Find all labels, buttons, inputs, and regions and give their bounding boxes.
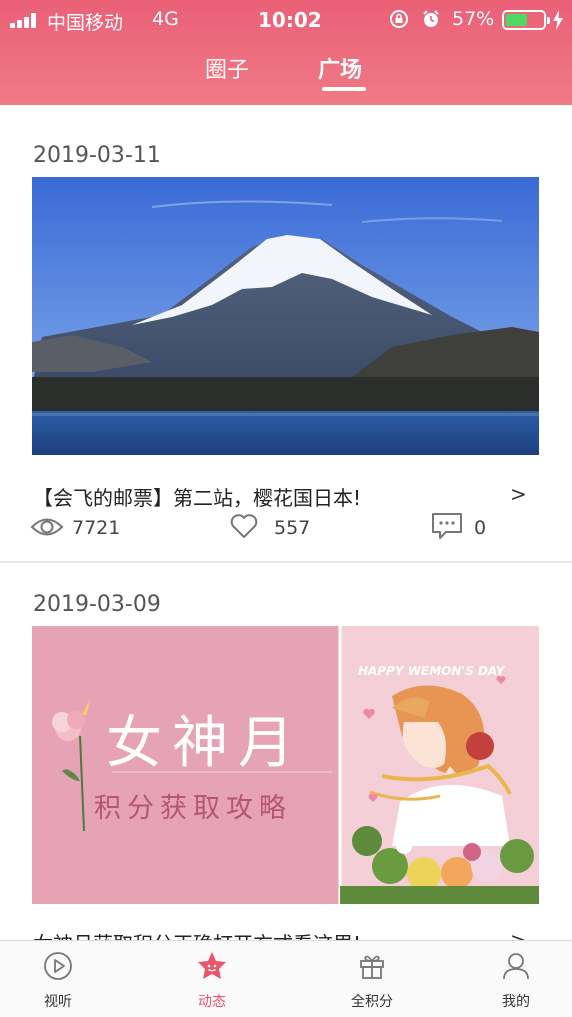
comment-icon[interactable] <box>430 511 464 541</box>
star-badge-icon <box>198 952 226 979</box>
post-title[interactable]: 【会飞的邮票】第二站，樱花国日本! <box>33 482 361 511</box>
feed-card[interactable]: 2019-03-09 女神月 积分获取攻略 HAPPY WEMON'S DAY <box>0 563 572 956</box>
like-heart-icon[interactable] <box>230 513 258 539</box>
status-bar: 中国移动 4G 10:02 57% <box>0 0 572 40</box>
tab-circle[interactable]: 圈子 <box>205 52 249 84</box>
nav-label: 动态 <box>198 994 226 1010</box>
nav-item-feed[interactable]: 动态 <box>172 941 252 1017</box>
nav-item-points[interactable]: 全积分 <box>332 941 412 1017</box>
signal-icon <box>10 12 40 28</box>
nav-item-listen[interactable]: 视听 <box>18 941 98 1017</box>
status-time: 10:02 <box>258 8 322 32</box>
post-date: 2019-03-11 <box>33 143 161 168</box>
post-image-fuji[interactable] <box>32 177 539 455</box>
views-eye-icon <box>30 518 64 536</box>
play-circle-icon <box>44 952 72 980</box>
active-tab-indicator <box>322 87 366 91</box>
nav-label: 全积分 <box>351 994 393 1010</box>
nav-label: 我的 <box>502 994 530 1010</box>
nav-label: 视听 <box>44 994 72 1010</box>
gift-icon <box>360 955 384 979</box>
person-icon <box>503 953 529 980</box>
banner-headline: 女神月 <box>106 711 304 776</box>
carrier-name: 中国移动 <box>47 12 124 34</box>
chevron-right-icon[interactable]: > <box>510 482 527 506</box>
banner-happy-text: HAPPY WEMON'S DAY <box>358 664 505 678</box>
banner-subline: 积分获取攻略 <box>94 793 292 824</box>
bottom-nav: 视听 动态 全积分 我的 <box>0 940 572 1017</box>
post-image-goddess-banner[interactable]: 女神月 积分获取攻略 HAPPY WEMON'S DAY <box>32 626 539 904</box>
battery-icon <box>502 10 550 30</box>
battery-percent: 57% <box>452 8 495 30</box>
tab-square[interactable]: 广场 <box>318 52 362 84</box>
network-type: 4G <box>152 8 179 30</box>
alarm-icon <box>423 10 439 27</box>
like-count: 557 <box>274 517 311 539</box>
view-count: 7721 <box>72 517 121 539</box>
top-tabs: 圈子 广场 <box>0 52 572 92</box>
comment-count: 0 <box>474 517 487 539</box>
charging-bolt-icon <box>553 10 563 30</box>
nav-item-me[interactable]: 我的 <box>476 941 556 1017</box>
post-date: 2019-03-09 <box>33 592 161 617</box>
feed-card[interactable]: 2019-03-11 【会飞的邮票】第二站，樱花国日本! > 7721 557 … <box>0 105 572 565</box>
app-header: 中国移动 4G 10:02 57% 圈子 广场 <box>0 0 572 105</box>
rotation-lock-icon <box>390 10 408 28</box>
